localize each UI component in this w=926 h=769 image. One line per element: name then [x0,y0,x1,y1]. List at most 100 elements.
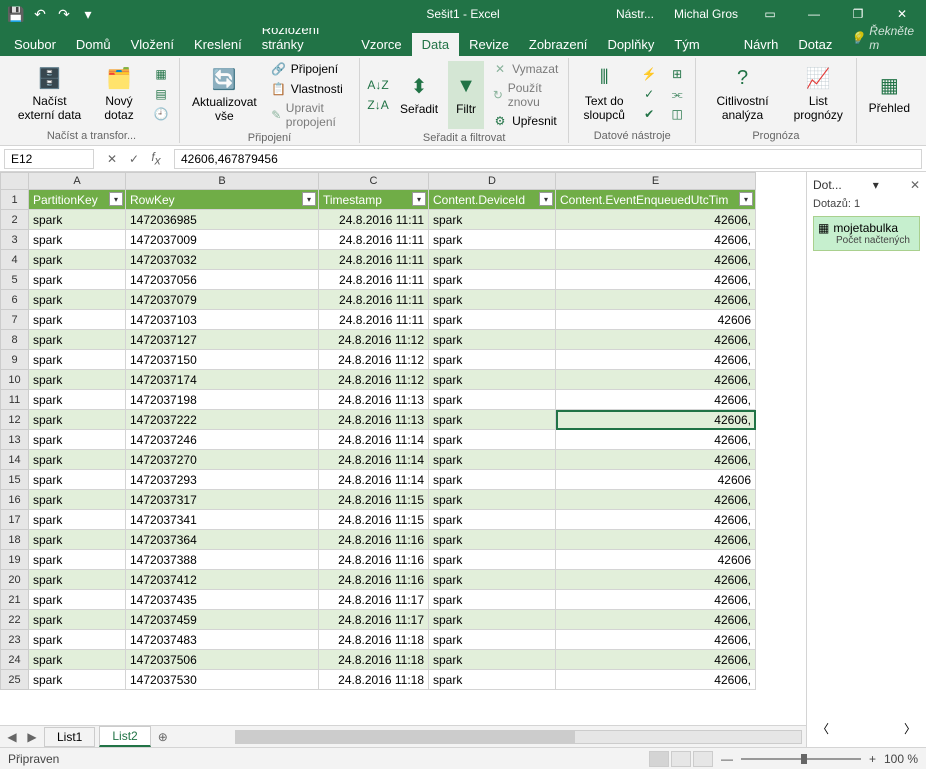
cell[interactable]: 24.8.2016 11:15 [319,490,429,510]
row-hdr[interactable]: 14 [1,450,29,470]
horizontal-scrollbar[interactable] [235,730,802,744]
cell[interactable]: 42606, [556,230,756,250]
cell[interactable]: 24.8.2016 11:16 [319,530,429,550]
table-row[interactable]: 3spark147203700924.8.2016 11:11spark4260… [1,230,756,250]
table-row[interactable]: 15spark147203729324.8.2016 11:14spark426… [1,470,756,490]
zoom-in-button[interactable]: + [869,752,876,766]
cell[interactable]: 42606, [556,630,756,650]
table-row[interactable]: 13spark147203724624.8.2016 11:14spark426… [1,430,756,450]
table-row[interactable]: 14spark147203727024.8.2016 11:14spark426… [1,450,756,470]
cell[interactable]: spark [429,550,556,570]
cell[interactable]: spark [29,530,126,550]
row-hdr[interactable]: 11 [1,390,29,410]
col-header-a[interactable]: A [29,173,126,190]
filter-button[interactable]: ▼ Filtr [448,61,484,129]
cell[interactable]: 1472036985 [126,210,319,230]
select-all-cell[interactable] [1,173,29,190]
tell-me-search[interactable]: 💡 Řekněte m [842,20,922,56]
redo-icon[interactable]: ↷ [54,4,74,24]
cell[interactable]: 24.8.2016 11:18 [319,630,429,650]
cell[interactable]: 42606, [556,430,756,450]
sort-button[interactable]: ⬍ Seřadit [394,61,444,129]
cell[interactable]: spark [429,430,556,450]
close-pane-button[interactable]: ✕ [910,178,920,192]
cell[interactable]: 42606, [556,670,756,690]
cell[interactable]: spark [29,630,126,650]
table-row[interactable]: 17spark147203734124.8.2016 11:15spark426… [1,510,756,530]
table-row[interactable]: 16spark147203731724.8.2016 11:15spark426… [1,490,756,510]
cell[interactable]: spark [29,330,126,350]
cell[interactable]: 1472037032 [126,250,319,270]
cell[interactable]: 24.8.2016 11:16 [319,550,429,570]
table-row[interactable]: 23spark147203748324.8.2016 11:18spark426… [1,630,756,650]
pane-nav-prev-icon[interactable]: 〈 [817,720,829,737]
row-hdr[interactable]: 8 [1,330,29,350]
cell[interactable]: 24.8.2016 11:12 [319,330,429,350]
reapply-button[interactable]: ↻Použít znovu [488,80,562,110]
cell[interactable]: spark [29,370,126,390]
cell[interactable]: spark [29,570,126,590]
col-header-b[interactable]: B [126,173,319,190]
query-item[interactable]: ▦ mojetabulka Počet načtených [813,216,920,251]
filter-arrow-icon[interactable]: ▾ [302,192,316,206]
table-header-c[interactable]: Timestamp▾ [319,190,429,210]
cell[interactable]: spark [29,550,126,570]
cell[interactable]: spark [429,310,556,330]
cell[interactable]: spark [429,250,556,270]
cell[interactable]: 24.8.2016 11:14 [319,430,429,450]
row-hdr[interactable]: 16 [1,490,29,510]
row-hdr[interactable]: 6 [1,290,29,310]
cell[interactable]: 1472037009 [126,230,319,250]
cell[interactable]: 1472037198 [126,390,319,410]
sheet-nav-prev-icon[interactable]: ◀ [4,730,20,744]
relationships-button[interactable]: ⫘ [665,85,689,103]
new-sheet-button[interactable]: ⊕ [155,730,171,744]
tab-formulas[interactable]: Vzorce [351,33,411,56]
sheet-tab-list1[interactable]: List1 [44,727,95,747]
cell[interactable]: 42606, [556,390,756,410]
cell[interactable]: 1472037388 [126,550,319,570]
row-hdr[interactable]: 17 [1,510,29,530]
cell[interactable]: spark [429,610,556,630]
cell[interactable]: 1472037364 [126,530,319,550]
cell[interactable]: 24.8.2016 11:14 [319,450,429,470]
filter-arrow-icon[interactable]: ▾ [739,192,753,206]
tab-insert[interactable]: Vložení [121,33,184,56]
row-hdr[interactable]: 24 [1,650,29,670]
tab-home[interactable]: Domů [66,33,121,56]
tab-addins[interactable]: Doplňky [597,33,664,56]
tab-data[interactable]: Data [412,33,459,56]
cell[interactable]: spark [429,670,556,690]
cell[interactable]: spark [29,670,126,690]
cell[interactable]: spark [429,650,556,670]
cell[interactable]: 42606, [556,290,756,310]
formula-input[interactable] [174,149,922,169]
cell[interactable]: 24.8.2016 11:15 [319,510,429,530]
cell[interactable]: spark [29,610,126,630]
cell[interactable]: 42606, [556,450,756,470]
filter-arrow-icon[interactable]: ▾ [539,192,553,206]
filter-arrow-icon[interactable]: ▾ [109,192,123,206]
row-hdr[interactable]: 19 [1,550,29,570]
cell[interactable]: spark [429,210,556,230]
col-header-c[interactable]: C [319,173,429,190]
cell[interactable]: 1472037127 [126,330,319,350]
cell[interactable]: 24.8.2016 11:13 [319,410,429,430]
row-hdr[interactable]: 10 [1,370,29,390]
cell[interactable]: spark [429,370,556,390]
table-row[interactable]: 19spark147203738824.8.2016 11:16spark426… [1,550,756,570]
outline-button[interactable]: ▦ Přehled [863,60,916,128]
cell[interactable]: 24.8.2016 11:17 [319,590,429,610]
cell[interactable]: spark [429,290,556,310]
qat-customize-icon[interactable]: ▾ [78,4,98,24]
cell[interactable]: spark [429,490,556,510]
col-header-d[interactable]: D [429,173,556,190]
cell[interactable]: spark [429,390,556,410]
zoom-out-button[interactable]: — [721,752,733,766]
tab-design[interactable]: Návrh [734,33,789,56]
cell[interactable]: 24.8.2016 11:11 [319,250,429,270]
what-if-button[interactable]: ? Citlivostní analýza [702,60,783,128]
row-hdr[interactable]: 18 [1,530,29,550]
cell[interactable]: spark [429,410,556,430]
cell[interactable]: 24.8.2016 11:12 [319,350,429,370]
